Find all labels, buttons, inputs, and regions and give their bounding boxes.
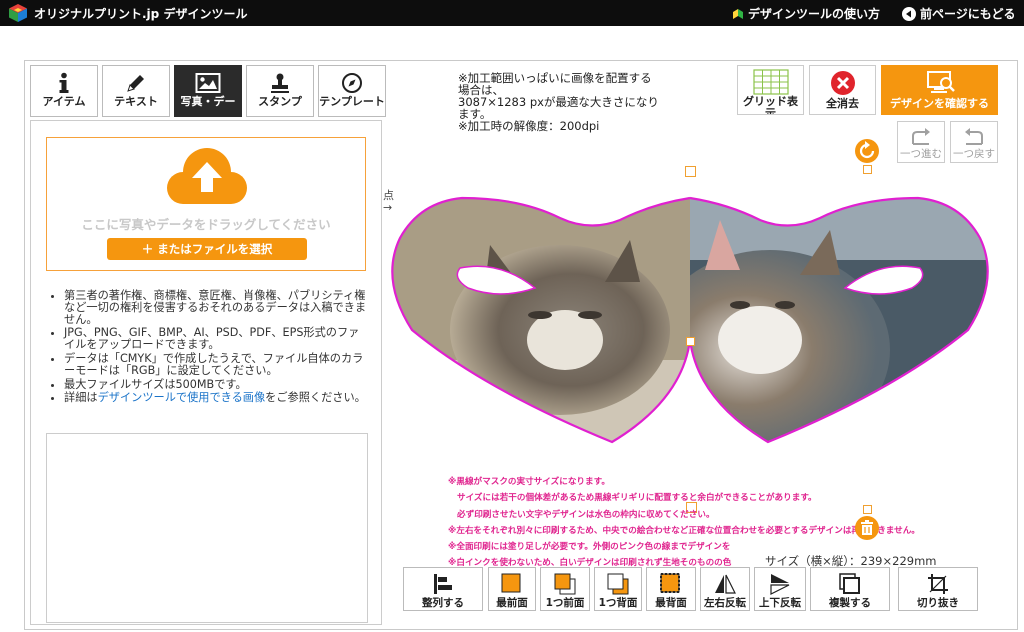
canvas-info: ※加工範囲いっぱいに画像を配置する 場合は、 3087×1283 pxが最適な大…: [458, 72, 659, 132]
clear-button-label: 全消去: [826, 97, 859, 110]
note-item: データは「CMYK」で作成したうえで、ファイル自体のカラーモードは「RGB」に設…: [64, 353, 370, 377]
note-suffix: をご参照ください。: [265, 391, 366, 405]
toolbar-label: 最前面: [496, 597, 528, 609]
redo-arrow-icon: [912, 128, 930, 145]
note-item: 最大ファイルサイズは500MBです。: [64, 378, 370, 391]
toolbar-label: 上下反転: [759, 597, 801, 609]
left-cat-photo[interactable]: [390, 190, 690, 450]
cloud-upload-icon: [167, 148, 247, 204]
warning-line: 必ず印刷させたい文字やデザインは水色の枠内に収めてください。: [457, 509, 715, 520]
select-file-button[interactable]: ＋ またはファイルを選択: [107, 238, 307, 260]
grid-icon: [752, 69, 789, 95]
pen-icon: [127, 75, 144, 92]
redo-button[interactable]: 一つ進む: [897, 121, 945, 163]
bring-forward-icon: [554, 573, 576, 595]
clear-all-button[interactable]: 全消去: [809, 65, 876, 115]
crop-button[interactable]: 切り抜き: [898, 567, 978, 611]
stamp-icon: [271, 73, 289, 93]
note-item: 第三者の著作権、商標権、意匠権、肖像権、パブリシティ権など一切の権利を侵害するお…: [64, 290, 370, 326]
trash-icon: [861, 520, 873, 535]
toolbar-label: 左右反転: [704, 597, 746, 609]
upload-notes: 第三者の著作権、商標権、意匠権、肖像権、パブリシティ権など一切の権利を侵害するお…: [48, 290, 370, 406]
tab-label: アイテム: [42, 95, 86, 108]
bring-forward-button[interactable]: 1つ前面: [540, 567, 590, 611]
top-bar: オリジナルプリント.jp デザインツール デザインツールの使い方 前ページにもど…: [0, 0, 1024, 26]
right-cat-photo[interactable]: [650, 190, 990, 450]
rotate-handle[interactable]: [855, 139, 879, 163]
confirm-design-button[interactable]: デザインを確認する: [881, 65, 998, 115]
note-item: JPG、PNG、GIF、BMP、AI、PSD、PDF、EPS形式のファイルをアッ…: [64, 327, 370, 351]
tab-photo-data[interactable]: 写真・デー: [174, 65, 242, 117]
warning-line: サイズには若干の個体差があるため黒線ギリギリに配置すると余白ができることがありま…: [457, 493, 817, 504]
undo-button[interactable]: 一つ戻す: [950, 121, 998, 163]
confirm-button-label: デザインを確認する: [890, 97, 989, 110]
rotate-icon: [859, 141, 875, 159]
logo-cube-icon: [9, 4, 27, 22]
image-icon: [195, 73, 221, 93]
flip-vertical-button[interactable]: 上下反転: [754, 567, 806, 611]
usable-images-link[interactable]: デザインツールで使用できる画像: [98, 391, 266, 404]
toolbar-label: 整列する: [422, 597, 464, 609]
tab-label: テキスト: [114, 95, 158, 108]
resize-handle-center[interactable]: [686, 337, 695, 346]
canvas-info-line: ※加工時の解像度：200dpi: [458, 119, 600, 133]
send-backward-icon: [607, 573, 629, 595]
guide-link-label: デザインツールの使い方: [748, 7, 881, 21]
undo-arrow-icon: [965, 128, 983, 145]
tab-template[interactable]: テンプレート: [318, 65, 386, 117]
guide-link[interactable]: デザインツールの使い方: [732, 5, 880, 22]
toolbar-label: 複製する: [829, 597, 871, 609]
flip-horizontal-icon: [715, 574, 736, 594]
delete-handle[interactable]: [855, 516, 879, 540]
tab-stamp[interactable]: スタンプ: [246, 65, 314, 117]
toolbar-label: 切り抜き: [917, 597, 959, 609]
note-prefix: 詳細は: [64, 391, 98, 405]
grid-button-label: グリッド表示: [743, 95, 798, 115]
duplicate-button[interactable]: 複製する: [810, 567, 890, 611]
duplicate-icon: [839, 573, 860, 594]
tab-label: 写真・デー: [180, 95, 236, 108]
toolbar-label: 1つ背面: [598, 597, 638, 609]
note-item: 詳細はデザインツールで使用できる画像をご参照ください。: [64, 392, 370, 404]
tab-text[interactable]: テキスト: [102, 65, 170, 117]
monitor-search-icon: [926, 71, 955, 93]
tab-label: テンプレート: [319, 95, 385, 108]
send-to-back-button[interactable]: 最背面: [646, 567, 696, 611]
bring-front-icon: [501, 573, 521, 593]
info-icon: [59, 72, 69, 93]
crop-icon: [928, 574, 948, 594]
tab-item[interactable]: アイテム: [30, 65, 98, 117]
design-canvas[interactable]: [390, 190, 990, 450]
toolbar-label: 1つ前面: [545, 597, 585, 609]
compass-icon: [342, 73, 362, 93]
back-arrow-icon: [902, 6, 916, 21]
send-backward-button[interactable]: 1つ背面: [594, 567, 642, 611]
toolbar-label: 最背面: [655, 597, 687, 609]
bring-to-front-button[interactable]: 最前面: [488, 567, 536, 611]
send-back-icon: [660, 573, 680, 593]
undo-label: 一つ戻す: [953, 148, 995, 160]
beginner-mark-icon: [733, 8, 743, 19]
back-link-label: 前ページにもどる: [920, 7, 1016, 21]
uploaded-images-list[interactable]: [46, 433, 368, 623]
warning-line: ※左右をそれぞれ別々に印刷するため、中央での絵合わせなど正確な位置合わせを必要と…: [448, 525, 920, 536]
brand-title: オリジナルプリント.jp デザインツール: [34, 7, 248, 21]
resize-handle-top-right[interactable]: [863, 165, 872, 174]
align-button[interactable]: 整列する: [403, 567, 483, 611]
flip-vertical-icon: [770, 574, 790, 595]
resize-handle-top[interactable]: [685, 166, 696, 177]
align-icon: [434, 574, 452, 594]
warning-line: ※黒線がマスクの実寸サイズになります。: [448, 477, 610, 487]
tab-label: スタンプ: [258, 95, 302, 108]
drag-instruction: ここに写真やデータをドラッグしてください: [81, 217, 331, 232]
back-link[interactable]: 前ページにもどる: [902, 5, 1016, 22]
upload-dropzone[interactable]: ここに写真やデータをドラッグしてください ＋ またはファイルを選択: [46, 137, 366, 271]
clear-x-icon: [830, 71, 855, 95]
redo-label: 一つ進む: [900, 148, 942, 160]
grid-toggle-button[interactable]: グリッド表示: [737, 65, 804, 115]
flip-horizontal-button[interactable]: 左右反転: [700, 567, 750, 611]
